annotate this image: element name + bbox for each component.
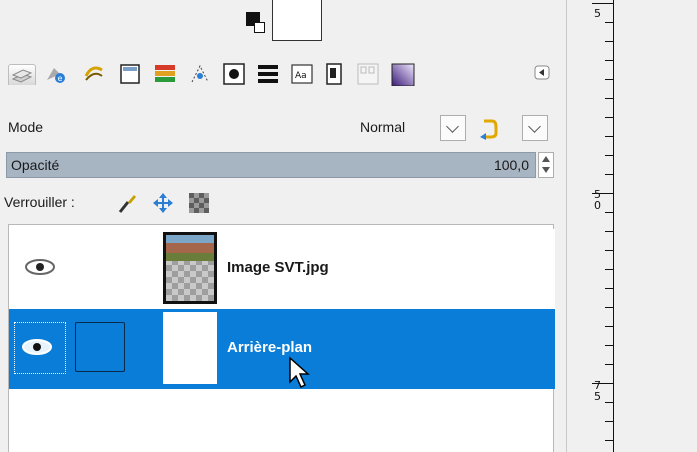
paintbrush-icon	[118, 195, 136, 213]
tab-layers[interactable]	[8, 64, 36, 85]
reset-mode-button[interactable]	[476, 115, 502, 141]
tab-fonts[interactable]: Aa	[290, 62, 313, 84]
layer-row-selected[interactable]: Arrière-plan	[9, 309, 555, 389]
ruler-tick	[605, 174, 614, 175]
lock-position-button[interactable]	[152, 192, 174, 214]
ruler-tick	[605, 250, 614, 251]
fonts-icon: Aa	[291, 64, 313, 84]
ruler-tick	[592, 193, 614, 194]
opacity-value[interactable]: 100,0	[494, 157, 529, 173]
ruler-tick	[605, 421, 614, 422]
navigation-icon	[223, 63, 245, 85]
chevron-down-icon	[528, 120, 541, 133]
paths-icon	[84, 66, 103, 81]
lock-row: Verrouiller :	[0, 190, 560, 216]
chevron-down-icon	[446, 120, 459, 133]
dock-tab-bar: e Aa	[0, 54, 560, 94]
layer-name[interactable]: Arrière-plan	[227, 339, 312, 356]
tab-menu-button[interactable]	[534, 64, 554, 84]
channels-icon: e	[47, 68, 65, 83]
ruler-tick	[605, 155, 614, 156]
layer-name[interactable]: Image SVT.jpg	[227, 259, 329, 276]
svg-text:Aa: Aa	[295, 71, 307, 81]
ruler-tick	[605, 98, 614, 99]
undo-history-icon	[258, 65, 278, 83]
gradients-icon	[391, 63, 415, 87]
tab-channels[interactable]: e	[44, 62, 65, 83]
opacity-label: Opacité	[11, 157, 60, 173]
ruler-tick	[605, 79, 614, 80]
layer-row[interactable]: Image SVT.jpg	[9, 229, 555, 309]
ruler-tick	[605, 212, 614, 213]
ruler-tick	[605, 326, 614, 327]
tab-selection-editor[interactable]	[188, 62, 209, 83]
tab-gradients[interactable]	[390, 62, 415, 87]
selection-editor-icon	[191, 64, 209, 83]
tab-templates[interactable]	[356, 62, 379, 85]
tab-colormap[interactable]	[118, 62, 140, 84]
ruler-label: 5	[594, 7, 601, 20]
document-history-icon	[326, 63, 342, 85]
histogram-icon	[155, 65, 175, 82]
lock-pixels-button[interactable]	[116, 192, 138, 214]
canvas-area[interactable]	[567, 0, 697, 452]
opacity-spinner[interactable]	[538, 152, 554, 178]
ruler-tick	[605, 22, 614, 23]
layer-thumbnail[interactable]	[163, 232, 217, 304]
tab-undo-history[interactable]	[256, 62, 278, 83]
layers-list: Image SVT.jpg Arrière-plan	[8, 224, 555, 452]
mode-select[interactable]: Normal	[360, 119, 405, 135]
visibility-toggle[interactable]	[23, 256, 57, 278]
visibility-toggle-focus[interactable]	[14, 322, 66, 374]
opacity-slider[interactable]: Opacité 100,0	[6, 152, 536, 178]
ruler-tick	[605, 231, 614, 232]
default-colors-icon[interactable]	[254, 22, 265, 33]
layers-icon	[11, 69, 33, 83]
eye-icon	[25, 259, 55, 275]
tab-navigation[interactable]	[222, 62, 245, 85]
ruler-tick	[605, 136, 614, 137]
mode-label: Mode	[8, 119, 44, 135]
ruler-tick	[605, 269, 614, 270]
reset-icon	[480, 119, 498, 140]
svg-text:e: e	[58, 74, 63, 83]
layer-thumbnail[interactable]	[163, 312, 217, 384]
ruler-tick	[605, 288, 614, 289]
lock-alpha-button[interactable]	[188, 192, 210, 214]
ruler-tick	[605, 402, 614, 403]
ruler-tick	[605, 440, 614, 441]
ruler-tick	[605, 117, 614, 118]
tab-histogram[interactable]	[152, 62, 175, 82]
ruler-tick	[605, 364, 614, 365]
ruler-tick	[605, 307, 614, 308]
mode-row: Mode Normal	[0, 112, 560, 144]
colormap-icon	[120, 64, 140, 84]
ruler-tick	[592, 383, 614, 384]
tab-paths[interactable]	[82, 62, 103, 82]
ruler-tick	[605, 60, 614, 61]
eye-icon	[22, 339, 52, 355]
spin-down-icon[interactable]	[542, 167, 550, 173]
mouse-pointer-icon	[288, 356, 316, 392]
move-icon	[153, 193, 173, 213]
photo-preview	[166, 235, 214, 261]
mode-dropdown-button[interactable]	[440, 115, 466, 141]
templates-icon	[357, 63, 379, 85]
spin-up-icon[interactable]	[542, 156, 550, 162]
background-color-swatch[interactable]	[272, 0, 322, 41]
lock-label: Verrouiller :	[4, 194, 75, 210]
triangle-left-icon	[534, 65, 550, 80]
ruler-tick	[605, 41, 614, 42]
layers-dock: e Aa Mode Normal Opacité 100,0 Verrouill…	[0, 0, 566, 452]
tab-document-history[interactable]	[322, 62, 342, 85]
ruler-tick	[592, 3, 614, 4]
ruler-tick	[605, 345, 614, 346]
alpha-checker-icon	[189, 193, 209, 213]
chain-toggle[interactable]	[75, 322, 125, 372]
composite-dropdown-button[interactable]	[522, 115, 548, 141]
vertical-ruler[interactable]: 5 50 75	[592, 0, 614, 452]
